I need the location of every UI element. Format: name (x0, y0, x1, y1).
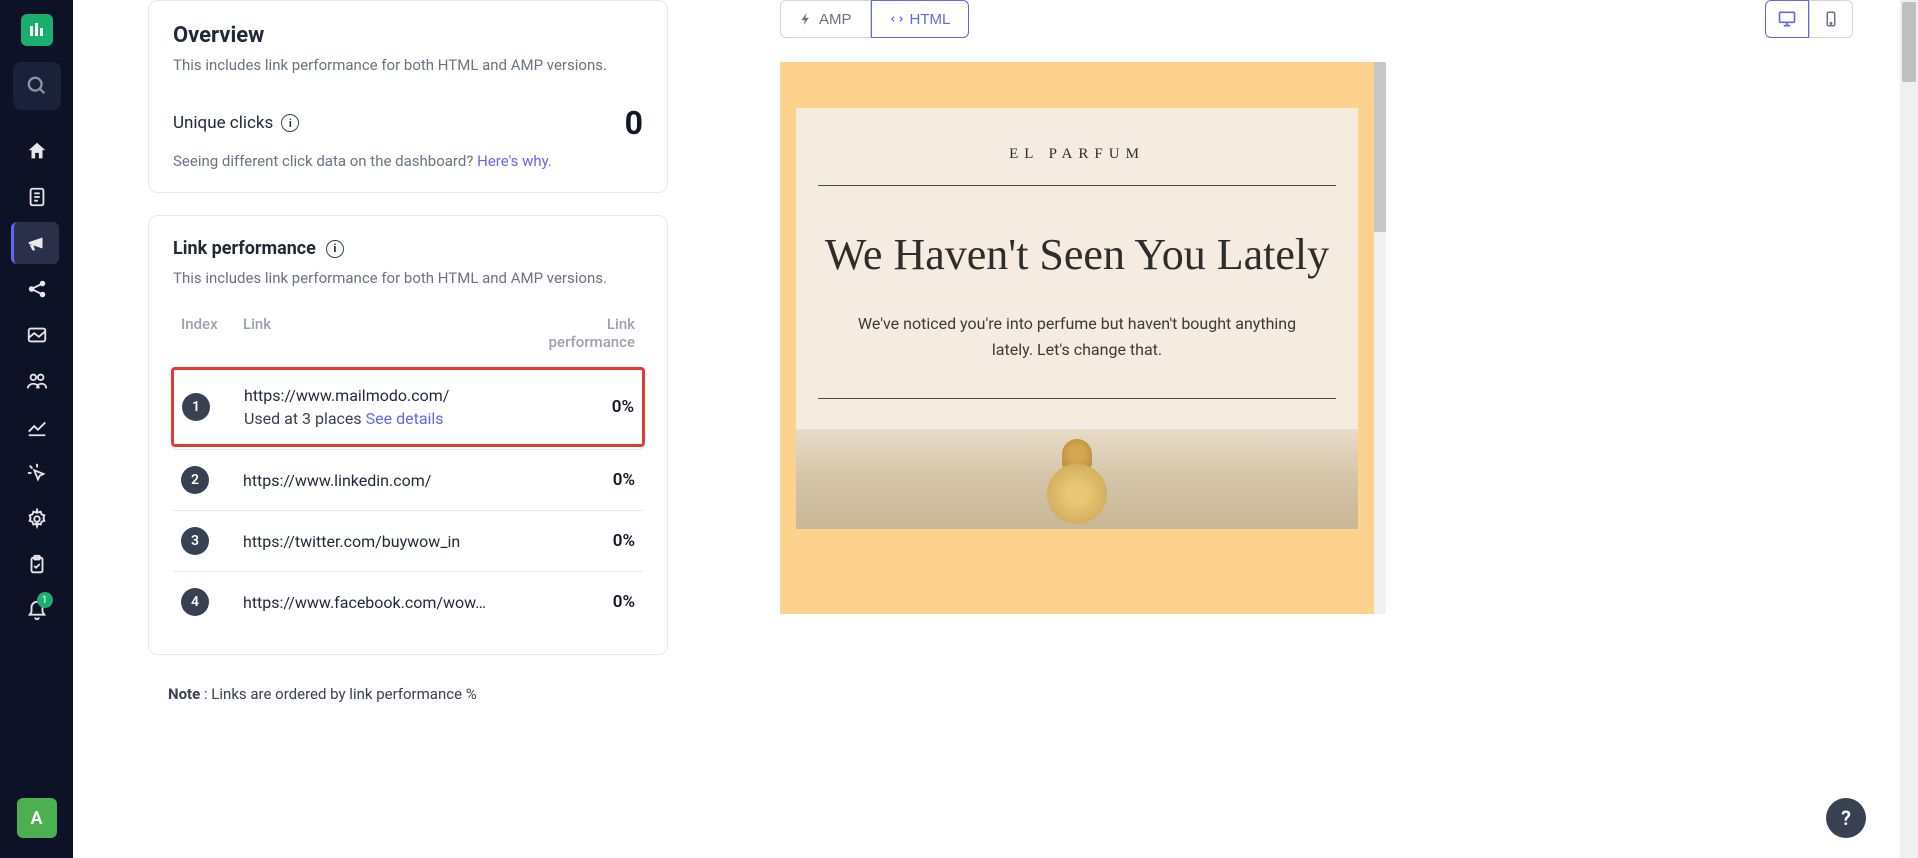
amp-toggle[interactable]: AMP (780, 0, 871, 38)
perf-value: 0% (613, 531, 635, 551)
clipboard-icon (26, 554, 48, 576)
overview-subtitle: This includes link performance for both … (173, 56, 643, 74)
html-toggle[interactable]: HTML (871, 0, 970, 38)
cursor-click-icon (26, 462, 48, 484)
help-button[interactable]: ? (1826, 798, 1866, 838)
perf-value: 0% (613, 592, 635, 612)
divider (818, 398, 1336, 399)
see-details-link[interactable]: See details (366, 409, 444, 428)
link-url: https://www.mailmodo.com/ (244, 386, 524, 405)
index-badge: 4 (181, 588, 209, 616)
link-performance-subtitle: This includes link performance for both … (173, 269, 643, 287)
nav-clicks[interactable] (13, 452, 61, 494)
users-icon (26, 370, 48, 392)
app-logo[interactable] (21, 14, 53, 46)
gear-icon (26, 508, 48, 530)
share-icon (26, 278, 48, 300)
search-button[interactable] (13, 62, 61, 110)
heres-why-link[interactable]: Here's why. (477, 152, 552, 170)
metric-label: Unique clicks i (173, 113, 299, 133)
nav-notifications[interactable]: 1 (13, 590, 61, 632)
link-details: Used at 3 places See details (244, 409, 524, 428)
nav-campaigns[interactable] (11, 222, 59, 264)
main-content: Overview This includes link performance … (73, 0, 1918, 858)
nav-templates[interactable] (13, 176, 61, 218)
desktop-view-button[interactable] (1765, 0, 1809, 38)
amp-label: AMP (819, 11, 852, 28)
format-toggle: AMP HTML (780, 0, 969, 38)
desktop-icon (1777, 9, 1797, 29)
link-row[interactable]: 4 https://www.facebook.com/wow… 0% (173, 571, 643, 632)
link-row[interactable]: 1 https://www.mailmodo.com/Used at 3 plac… (171, 367, 645, 447)
lightning-icon (799, 12, 813, 26)
page-scrollbar[interactable] (1900, 0, 1918, 858)
device-toggle (1765, 0, 1853, 38)
nav-share[interactable] (13, 268, 61, 310)
link-performance-title: Link performance (173, 238, 316, 259)
home-icon (26, 140, 48, 162)
metric-label-text: Unique clicks (173, 113, 273, 133)
link-url: https://www.facebook.com/wow… (243, 593, 525, 612)
info-icon[interactable]: i (326, 240, 344, 258)
link-performance-card: Link performance i This includes link pe… (148, 215, 668, 655)
link-row[interactable]: 2 https://www.linkedin.com/0% (173, 449, 643, 510)
ordering-note: Note : Links are ordered by link perform… (148, 677, 668, 703)
col-link-header: Link (243, 315, 525, 351)
search-icon (26, 75, 48, 97)
perf-value: 0% (612, 397, 634, 417)
chart-icon (26, 416, 48, 438)
document-icon (26, 186, 48, 208)
email-headline: We Haven't Seen You Lately (818, 226, 1336, 283)
swap-icon (890, 12, 904, 26)
note-bold: Note (168, 685, 200, 703)
link-url: https://twitter.com/buywow_in (243, 532, 525, 551)
mobile-view-button[interactable] (1809, 0, 1853, 38)
nav-contacts[interactable] (13, 360, 61, 402)
link-url: https://www.linkedin.com/ (243, 471, 525, 490)
notification-badge: 1 (37, 592, 53, 608)
divider (818, 185, 1336, 186)
html-label: HTML (910, 11, 951, 28)
nav-clipboard[interactable] (13, 544, 61, 586)
nav-settings[interactable] (13, 498, 61, 540)
mobile-icon (1822, 10, 1840, 28)
email-body: We've noticed you're into perfume but ha… (818, 311, 1336, 362)
email-preview: EL PARFUM We Haven't Seen You Lately We'… (780, 62, 1374, 614)
preview-scrollbar[interactable] (1374, 62, 1386, 614)
note-prefix: Seeing different click data on the dashb… (173, 152, 477, 170)
col-index-header: Index (181, 315, 243, 351)
preview-toolbar: AMP HTML (668, 0, 1853, 38)
megaphone-icon (26, 232, 48, 254)
link-row[interactable]: 3 https://twitter.com/buywow_in 0% (173, 510, 643, 571)
user-avatar[interactable]: A (17, 798, 57, 838)
overview-card: Overview This includes link performance … (148, 0, 668, 193)
table-header: Index Link Link performance (173, 305, 643, 365)
logo-icon (27, 20, 47, 40)
index-badge: 2 (181, 466, 209, 494)
click-data-note: Seeing different click data on the dashb… (173, 152, 643, 170)
sidebar: 1 A (0, 0, 73, 858)
email-brand: EL PARFUM (818, 146, 1336, 163)
nav-home[interactable] (13, 130, 61, 172)
col-perf-header: Link performance (525, 315, 635, 351)
image-icon (26, 324, 48, 346)
perf-value: 0% (613, 470, 635, 490)
overview-title: Overview (173, 23, 643, 48)
nav-media[interactable] (13, 314, 61, 356)
metric-value: 0 (625, 104, 643, 142)
index-badge: 1 (182, 393, 210, 421)
index-badge: 3 (181, 527, 209, 555)
note-rest: : Links are ordered by link performance … (200, 685, 477, 703)
info-icon[interactable]: i (281, 114, 299, 132)
email-hero-image (796, 429, 1358, 529)
nav-analytics[interactable] (13, 406, 61, 448)
